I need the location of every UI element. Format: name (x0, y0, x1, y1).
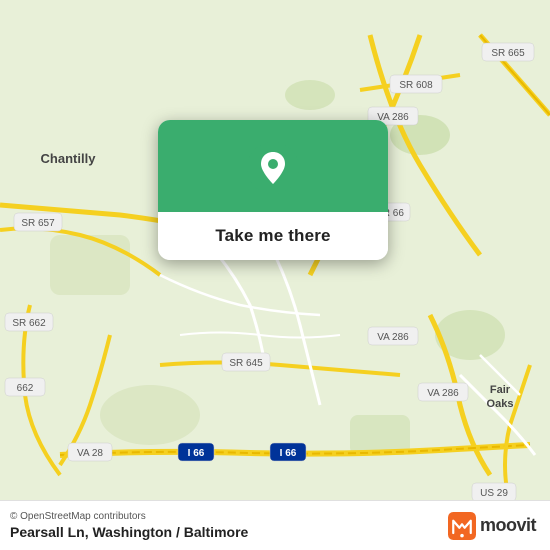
svg-text:I 66: I 66 (188, 448, 205, 459)
svg-text:VA 28: VA 28 (77, 448, 103, 459)
moovit-text: moovit (480, 515, 536, 536)
take-me-there-button[interactable]: Take me there (158, 212, 388, 260)
popup-card: Take me there (158, 120, 388, 260)
svg-text:VA 286: VA 286 (427, 388, 459, 399)
svg-text:VA 286: VA 286 (377, 332, 409, 343)
bottom-left: © OpenStreetMap contributors Pearsall Ln… (10, 511, 248, 540)
popup-header (158, 120, 388, 212)
svg-text:Chantilly: Chantilly (41, 151, 97, 166)
map-container: SR 665 SR 608 VA 286 SR 66 SR 657 SR 662… (0, 0, 550, 550)
svg-text:SR 645: SR 645 (229, 358, 263, 369)
svg-text:662: 662 (17, 383, 34, 394)
moovit-icon (448, 512, 476, 540)
moovit-logo: moovit (448, 512, 536, 540)
osm-credit: © OpenStreetMap contributors (10, 511, 248, 522)
svg-text:I 66: I 66 (280, 448, 297, 459)
map-svg: SR 665 SR 608 VA 286 SR 66 SR 657 SR 662… (0, 0, 550, 550)
svg-text:US 29: US 29 (480, 488, 508, 499)
bottom-bar: © OpenStreetMap contributors Pearsall Ln… (0, 500, 550, 550)
location-pin-icon (247, 142, 299, 194)
svg-text:SR 608: SR 608 (399, 80, 433, 91)
location-name: Pearsall Ln, Washington / Baltimore (10, 524, 248, 540)
svg-text:Fair: Fair (490, 384, 511, 396)
svg-text:Oaks: Oaks (487, 398, 514, 410)
svg-text:SR 662: SR 662 (12, 318, 46, 329)
svg-text:SR 657: SR 657 (21, 218, 55, 229)
svg-text:SR 665: SR 665 (491, 48, 525, 59)
